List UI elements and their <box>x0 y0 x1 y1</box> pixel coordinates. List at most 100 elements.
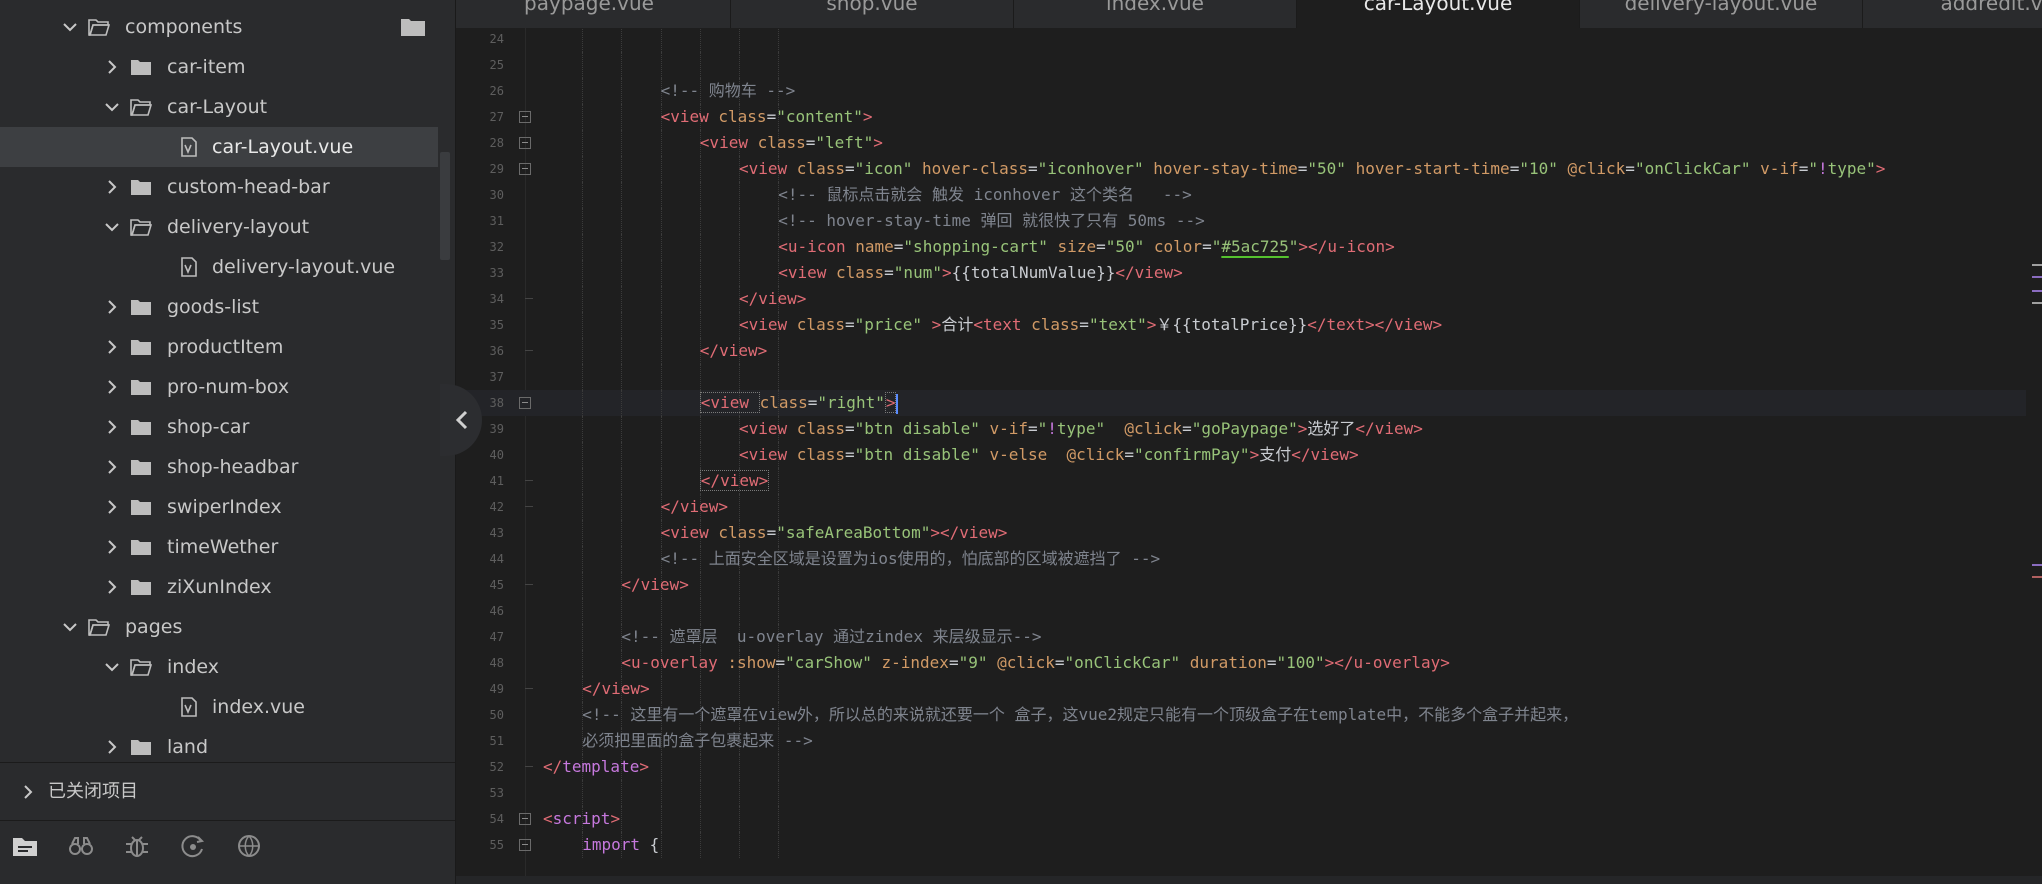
code-line[interactable]: 29 <view class="icon" hover-class="iconho… <box>456 156 2026 182</box>
code-line[interactable]: 43 <view class="safeAreaBottom"></view> <box>456 520 2026 546</box>
new-folder-icon[interactable] <box>400 16 426 38</box>
overview-ruler[interactable] <box>2032 28 2042 876</box>
tree-folder-item[interactable]: shop-headbar <box>0 447 438 487</box>
tree-folder-item[interactable]: productItem <box>0 327 438 367</box>
code-line[interactable]: 44 <!-- 上面安全区域是设置为ios使用的，怕底部的区域被遮挡了 --> <box>456 546 2026 572</box>
tree-file-item[interactable]: car-Layout.vue <box>0 127 438 167</box>
chevron-right-icon[interactable] <box>102 577 122 597</box>
code-line[interactable]: 41 </view> <box>456 468 2026 494</box>
code-line[interactable]: 48 <u-overlay :show="carShow" z-index="9"… <box>456 650 2026 676</box>
tree-folder-item[interactable]: goods-list <box>0 287 438 327</box>
code-text: 必须把里面的盒子包裹起来 --> <box>582 731 813 750</box>
tree-folder-item[interactable]: shop-car <box>0 407 438 447</box>
code-line[interactable]: 42 </view> <box>456 494 2026 520</box>
line-number: 52 <box>489 760 504 774</box>
tab-paypage[interactable]: paypage.vue <box>456 0 731 28</box>
chevron-right-icon[interactable] <box>102 537 122 557</box>
tab-delivery-layout[interactable]: delivery-layout.vue <box>1580 0 1863 28</box>
bug-icon[interactable] <box>122 831 152 861</box>
chevron-right-icon[interactable] <box>102 457 122 477</box>
code-line[interactable]: 46 <box>456 598 2026 624</box>
indent-guide <box>699 754 702 780</box>
tree-file-item[interactable]: delivery-layout.vue <box>0 247 438 287</box>
chevron-down-icon[interactable] <box>60 17 80 37</box>
tree-folder-item[interactable]: pro-num-box <box>0 367 438 407</box>
fold-toggle-icon[interactable] <box>519 397 531 409</box>
tree-folder-item[interactable]: components <box>0 7 438 47</box>
git-icon[interactable] <box>178 831 208 861</box>
tab-car-layout[interactable]: car-Layout.vue <box>1297 0 1580 28</box>
code-line[interactable]: 28 <view class="left"> <box>456 130 2026 156</box>
tree-folder-item[interactable]: timeWether <box>0 527 438 567</box>
code-line[interactable]: 52 </template> <box>456 754 2026 780</box>
code-line[interactable]: 50 <!-- 这里有一个遮罩在view外，所以总的来说就还要一个 盒子，这vue… <box>456 702 2026 728</box>
code-line[interactable]: 31 <!-- hover-stay-time 弹回 就很快了只有 50ms --… <box>456 208 2026 234</box>
code-line[interactable]: 39 <view class="btn disable" v-if="!type"… <box>456 416 2026 442</box>
code-line[interactable]: 38 <view class="right"> <box>456 390 2026 416</box>
browser-icon[interactable] <box>234 831 264 861</box>
fold-toggle-icon[interactable] <box>519 137 531 149</box>
tree-file-item[interactable]: index.vue <box>0 687 438 727</box>
code-line[interactable]: 36 </view> <box>456 338 2026 364</box>
chevron-right-icon <box>24 785 33 799</box>
code-line[interactable]: 25 <box>456 52 2026 78</box>
code-line[interactable]: 26 <!-- 购物车 --> <box>456 78 2026 104</box>
tree-folder-item[interactable]: ziXunIndex <box>0 567 438 607</box>
code-line[interactable]: 35 <view class="price" >合计<text class="te… <box>456 312 2026 338</box>
tree-folder-item[interactable]: index <box>0 647 438 687</box>
code-line[interactable]: 27 <view class="content"> <box>456 104 2026 130</box>
code-line[interactable]: 45 </view> <box>456 572 2026 598</box>
fold-toggle-icon[interactable] <box>519 111 531 123</box>
code-line[interactable]: 55 import { <box>456 832 2026 858</box>
tree-folder-item[interactable]: car-item <box>0 47 438 87</box>
chevron-right-icon[interactable] <box>102 57 122 77</box>
fold-toggle-icon[interactable] <box>519 813 531 825</box>
code-editor[interactable]: 24 25 26 <!-- 购物车 --> 27 <view class="content… <box>456 28 2042 876</box>
tree-folder-item[interactable]: car-Layout <box>0 87 438 127</box>
chevron-down-icon[interactable] <box>60 617 80 637</box>
code-line[interactable]: 49 </view> <box>456 676 2026 702</box>
tab-addredit[interactable]: addredit.vue <box>1863 0 2042 28</box>
chevron-right-icon[interactable] <box>102 337 122 357</box>
chevron-right-icon[interactable] <box>102 417 122 437</box>
code-line[interactable]: 34 </view> <box>456 286 2026 312</box>
code-line[interactable]: 53 <box>456 780 2026 806</box>
code-line[interactable]: 54 <script> <box>456 806 2026 832</box>
tree-folder-item[interactable]: delivery-layout <box>0 207 438 247</box>
tab-shop[interactable]: shop.vue <box>731 0 1014 28</box>
explorer-icon[interactable] <box>10 831 40 861</box>
fold-toggle-icon[interactable] <box>519 839 531 851</box>
indent-guide <box>621 780 623 806</box>
tree-folder-item[interactable]: custom-head-bar <box>0 167 438 207</box>
sidebar-scrollbar[interactable] <box>440 152 450 260</box>
tree-folder-item[interactable]: swiperIndex <box>0 487 438 527</box>
indent-guide <box>621 52 623 78</box>
horizontal-scrollbar[interactable] <box>456 876 2042 884</box>
indent-guide <box>699 286 702 312</box>
chevron-right-icon[interactable] <box>102 297 122 317</box>
code-line[interactable]: 30 <!-- 鼠标点击就会 触发 iconhover 这个类名 --> <box>456 182 2026 208</box>
chevron-right-icon[interactable] <box>102 377 122 397</box>
chevron-down-icon[interactable] <box>102 217 122 237</box>
chevron-right-icon[interactable] <box>102 737 122 757</box>
chevron-down-icon[interactable] <box>102 97 122 117</box>
chevron-down-icon[interactable] <box>102 657 122 677</box>
tree-folder-item[interactable]: land <box>0 727 438 762</box>
folder-open-icon <box>88 619 110 636</box>
code-line[interactable]: 40 <view class="btn disable" v-else @clic… <box>456 442 2026 468</box>
tab-index[interactable]: index.vue <box>1014 0 1297 28</box>
code-line[interactable]: 37 <box>456 364 2026 390</box>
code-line[interactable]: 32 <u-icon name="shopping-cart" size="50"… <box>456 234 2026 260</box>
code-line[interactable]: 33 <view class="num">{{totalNumValue}}</v… <box>456 260 2026 286</box>
chevron-right-icon[interactable] <box>102 497 122 517</box>
code-text: </view> <box>739 289 807 308</box>
fold-end-marker <box>525 766 533 767</box>
tree-folder-item[interactable]: pages <box>0 607 438 647</box>
binoculars-icon[interactable] <box>66 831 96 861</box>
code-line[interactable]: 24 <box>456 28 2026 52</box>
code-line[interactable]: 51 必须把里面的盒子包裹起来 --> <box>456 728 2026 754</box>
closed-projects-section[interactable]: 已关闭项目 <box>0 772 455 812</box>
code-line[interactable]: 47 <!-- 遮罩层 u-overlay 通过zindex 来层级显示--> <box>456 624 2026 650</box>
chevron-right-icon[interactable] <box>102 177 122 197</box>
fold-toggle-icon[interactable] <box>519 163 531 175</box>
